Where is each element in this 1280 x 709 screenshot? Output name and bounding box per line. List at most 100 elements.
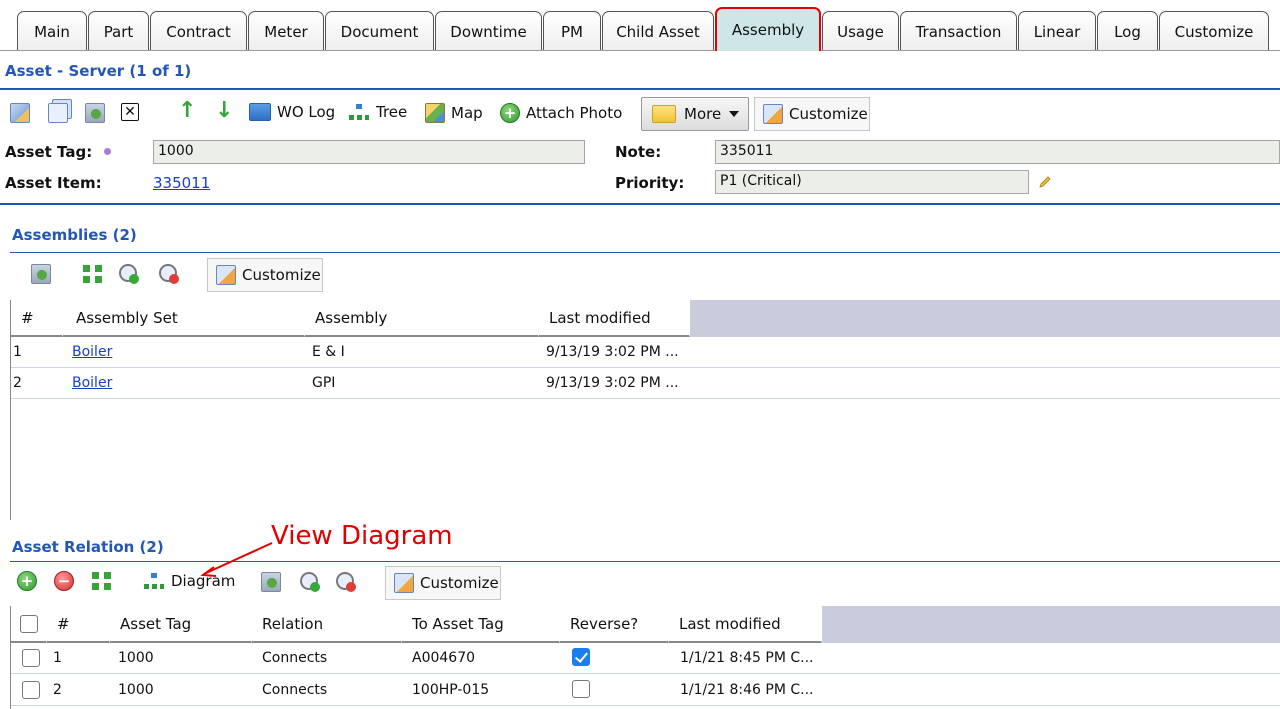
tab-document[interactable]: Document — [325, 11, 434, 51]
pencil-icon[interactable] — [1038, 175, 1052, 189]
row-checkbox[interactable] — [22, 649, 40, 667]
assemblies-customize-button[interactable]: Customize — [207, 258, 323, 292]
tab-label: Customize — [1174, 22, 1254, 41]
relation-customize-button[interactable]: Customize — [385, 566, 501, 600]
relation-expand-button[interactable] — [91, 571, 113, 591]
tab-label: Assembly — [731, 21, 805, 39]
tab-usage[interactable]: Usage — [822, 11, 899, 51]
tab-part[interactable]: Part — [88, 11, 149, 51]
assembly-set-link[interactable]: Boiler — [72, 375, 112, 391]
edit-button[interactable] — [10, 103, 30, 123]
tab-label: Document — [340, 22, 419, 41]
move-up-button[interactable]: ↑ — [178, 98, 197, 123]
assemblies-refresh-button[interactable] — [31, 264, 51, 284]
asset-item-label: Asset Item: — [5, 174, 102, 192]
col-reverse[interactable]: Reverse? — [560, 606, 669, 643]
assembly-cell: GPI — [312, 375, 336, 391]
priority-field[interactable]: P1 (Critical) — [715, 170, 1029, 194]
row-number: 2 — [13, 375, 22, 391]
col-asset-tag[interactable]: Asset Tag — [110, 606, 252, 643]
row-checkbox[interactable] — [22, 681, 40, 699]
tab-transaction[interactable]: Transaction — [900, 11, 1017, 51]
refresh-button[interactable] — [85, 103, 105, 123]
reverse-checkbox[interactable] — [572, 680, 590, 698]
tab-label: Child Asset — [616, 22, 700, 41]
tab-label: Linear — [1033, 22, 1081, 41]
priority-label: Priority: — [615, 174, 685, 192]
tab-contract[interactable]: Contract — [150, 11, 247, 51]
tab-bar: Main Part Contract Meter Document Downti… — [0, 0, 1280, 51]
row-number: 2 — [53, 682, 62, 698]
arrow-up-icon: ↑ — [178, 98, 197, 123]
page-title: Asset - Server (1 of 1) — [5, 62, 192, 80]
asset-tag-field[interactable]: 1000 — [153, 140, 585, 164]
col-number[interactable]: # — [47, 606, 110, 643]
map-button[interactable]: Map — [425, 103, 483, 123]
reverse-checkbox[interactable] — [572, 648, 590, 666]
tab-label: Usage — [837, 22, 884, 41]
edit-icon — [10, 103, 30, 123]
assemblies-title: Assemblies (2) — [12, 226, 137, 244]
tab-label: Main — [34, 22, 70, 41]
col-number[interactable]: # — [11, 300, 63, 337]
tab-log[interactable]: Log — [1097, 11, 1158, 51]
relation-divider — [10, 561, 1280, 562]
customize-icon — [394, 573, 414, 593]
tab-meter[interactable]: Meter — [248, 11, 324, 51]
attach-photo-label: Attach Photo — [526, 104, 623, 122]
more-dropdown[interactable]: More — [641, 97, 749, 131]
tab-label: PM — [561, 22, 583, 41]
note-label: Note: — [615, 143, 662, 161]
annotation-label: View Diagram — [271, 521, 453, 551]
relation-refresh-button[interactable] — [261, 572, 281, 592]
last-modified-cell: 9/13/19 3:02 PM ... — [546, 375, 679, 391]
copy-icon — [48, 103, 68, 123]
tab-child-asset[interactable]: Child Asset — [602, 11, 714, 51]
tree-icon — [348, 103, 370, 121]
assemblies-expand-button[interactable] — [82, 264, 104, 284]
zoom-out-icon — [158, 263, 180, 285]
tab-downtime[interactable]: Downtime — [435, 11, 542, 51]
wo-log-button[interactable]: WO Log — [249, 103, 335, 121]
asset-item-link[interactable]: 335011 — [153, 174, 210, 192]
col-select-all[interactable] — [11, 606, 47, 643]
diagram-icon — [143, 572, 165, 590]
customize-icon — [216, 265, 236, 285]
tab-label: Meter — [264, 22, 308, 41]
assemblies-divider — [10, 252, 1280, 253]
copy-button[interactable] — [48, 103, 68, 123]
required-dot-icon — [104, 148, 111, 155]
tree-button[interactable]: Tree — [348, 103, 407, 121]
assemblies-zoom-in-button[interactable] — [118, 263, 140, 285]
relation-zoom-out-button[interactable] — [335, 571, 357, 593]
tab-assembly[interactable]: Assembly — [715, 7, 821, 51]
note-field[interactable]: 335011 — [715, 140, 1280, 164]
col-assembly-set[interactable]: Assembly Set — [63, 300, 305, 337]
remove-relation-button[interactable]: − — [54, 571, 74, 591]
assembly-set-link[interactable]: Boiler — [72, 344, 112, 360]
add-relation-button[interactable]: + — [17, 571, 37, 591]
attach-photo-button[interactable]: + Attach Photo — [500, 103, 622, 123]
table-row[interactable]: 1 Boiler E & I 9/13/19 3:02 PM ... — [11, 337, 1280, 368]
assemblies-zoom-out-button[interactable] — [158, 263, 180, 285]
table-row[interactable]: 2 1000 Connects 100HP-015 1/1/21 8:46 PM… — [11, 675, 1280, 706]
col-last-modified[interactable]: Last modified — [669, 606, 822, 643]
tab-customize[interactable]: Customize — [1159, 11, 1269, 51]
col-last-modified[interactable]: Last modified — [539, 300, 690, 337]
col-to-asset-tag[interactable]: To Asset Tag — [402, 606, 560, 643]
tab-pm[interactable]: PM — [543, 11, 601, 51]
move-down-button[interactable]: ↓ — [215, 100, 233, 122]
select-all-checkbox[interactable] — [20, 615, 38, 633]
col-assembly[interactable]: Assembly — [305, 300, 539, 337]
table-row[interactable]: 2 Boiler GPI 9/13/19 3:02 PM ... — [11, 368, 1280, 399]
add-circle-icon: + — [17, 571, 37, 591]
diagram-button[interactable]: Diagram — [143, 572, 235, 590]
customize-button[interactable]: Customize — [754, 97, 870, 131]
table-row[interactable]: 1 1000 Connects A004670 1/1/21 8:45 PM C… — [11, 643, 1280, 674]
close-button[interactable]: ✕ — [121, 103, 139, 121]
relation-zoom-in-button[interactable] — [299, 571, 321, 593]
assemblies-grid-header: # Assembly Set Assembly Last modified — [11, 300, 1280, 337]
tab-linear[interactable]: Linear — [1018, 11, 1096, 51]
tab-main[interactable]: Main — [17, 11, 87, 51]
col-relation[interactable]: Relation — [252, 606, 402, 643]
